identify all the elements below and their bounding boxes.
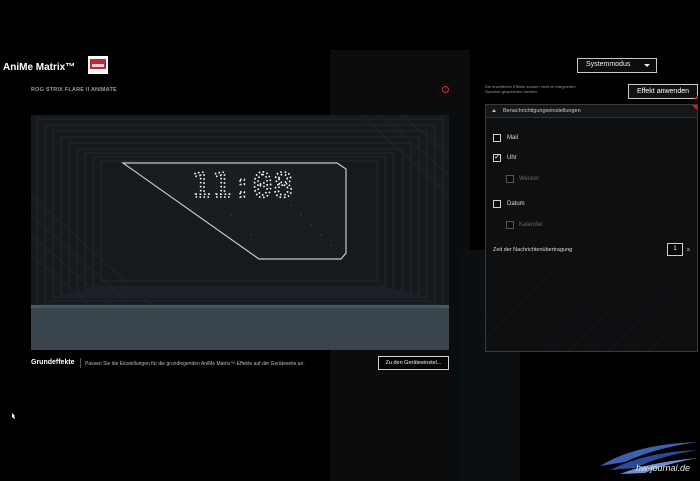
calendar-label: Kalender <box>519 222 544 228</box>
basic-effects-title: Grundeffekte <box>31 359 75 366</box>
alarm-checkbox[interactable] <box>506 175 514 183</box>
mail-label: Mail <box>507 135 519 141</box>
mouse-cursor-icon <box>12 413 15 419</box>
app-title: AniMe Matrix™ <box>3 62 76 73</box>
panel-pattern <box>486 200 697 351</box>
anime-matrix-preview: 11:08 <box>31 115 449 350</box>
apply-effect-button[interactable]: Effekt anwenden <box>628 84 698 99</box>
accent-corner <box>692 105 697 110</box>
device-name: ROG STRIX FLARE II ANIMATE <box>31 87 117 93</box>
basic-effects-description: Passen Sie die Einstellungen für die gru… <box>85 361 305 367</box>
notification-settings-header[interactable]: Benachrichtigungseinstellungen <box>486 105 697 118</box>
calendar-checkbox[interactable] <box>506 221 514 229</box>
apply-effect-label: Effekt anwenden <box>636 88 690 95</box>
mode-select-value: Systemmodus <box>586 61 631 68</box>
storage-note: Die erweiterten Effekte können nicht im … <box>485 84 576 94</box>
device-settings-button[interactable]: Zu den Geräteeinstel... <box>378 356 449 370</box>
interval-input[interactable]: 1 <box>667 243 683 256</box>
keyboard-device-icon <box>88 56 108 74</box>
notification-settings-title: Benachrichtigungseinstellungen <box>503 108 581 114</box>
interval-unit: s <box>687 247 690 253</box>
clock-display: 11:08 <box>191 166 293 206</box>
preview-band <box>31 308 449 350</box>
clock-checkbox[interactable]: ✓ <box>493 152 501 162</box>
checkmark-icon: ✓ <box>494 152 501 161</box>
info-icon[interactable]: ! <box>442 86 449 93</box>
alarm-label: Wecker <box>519 176 540 182</box>
divider <box>80 358 81 368</box>
clock-label: Uhr <box>507 155 517 161</box>
mode-select[interactable]: Systemmodus <box>577 58 657 73</box>
mail-checkbox[interactable] <box>493 134 501 142</box>
interval-label: Zeit der Nachrichtenübertragung <box>493 247 573 253</box>
notification-settings-panel: Benachrichtigungseinstellungen <box>485 104 698 352</box>
date-checkbox[interactable] <box>493 200 501 208</box>
chevron-up-icon <box>492 109 496 112</box>
watermark-text: hw-journal.de <box>636 463 691 473</box>
chevron-down-icon <box>644 64 650 67</box>
date-label: Datum <box>507 201 525 207</box>
hw-journal-logo <box>600 442 698 474</box>
